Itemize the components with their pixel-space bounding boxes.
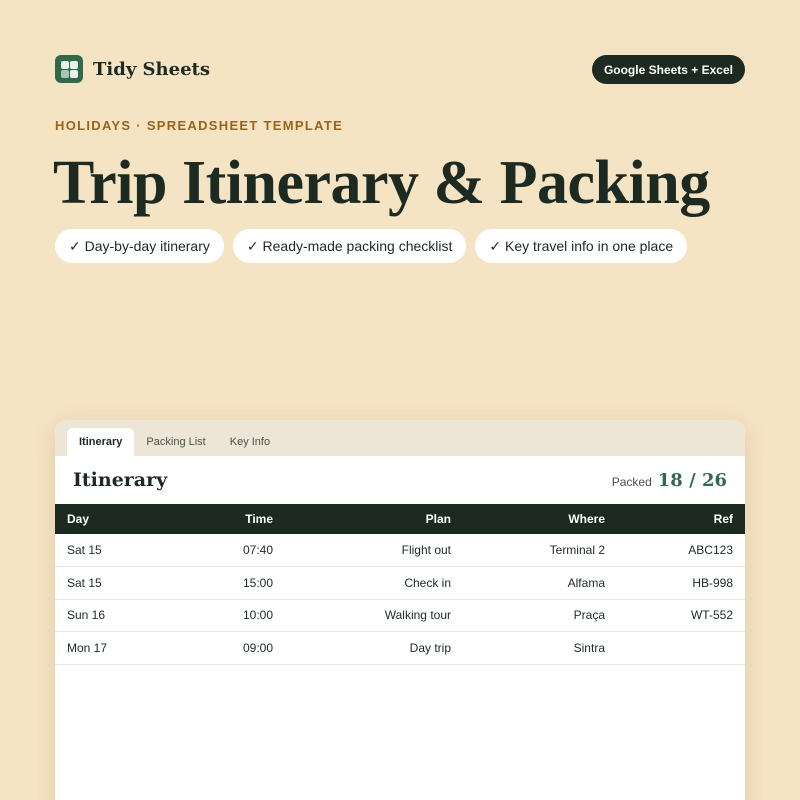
cell-ref[interactable] — [617, 632, 745, 665]
spreadsheet-preview: Itinerary Packing List Key Info Itinerar… — [55, 420, 745, 800]
column-header-ref[interactable]: Ref — [617, 504, 745, 534]
cell-time[interactable]: 09:00 — [185, 632, 285, 665]
column-header-plan[interactable]: Plan — [285, 504, 463, 534]
column-header-time[interactable]: Time — [185, 504, 285, 534]
cell-plan[interactable]: Day trip — [285, 632, 463, 665]
itinerary-table: Day Time Plan Where Ref Sat 15 07:40 Fli… — [55, 504, 745, 665]
cell-where[interactable]: Terminal 2 — [463, 534, 617, 567]
cell-plan[interactable]: Check in — [285, 567, 463, 600]
tab-key-info[interactable]: Key Info — [218, 428, 282, 456]
brand[interactable]: Tidy Sheets — [55, 55, 210, 83]
tab-packing-list[interactable]: Packing List — [134, 428, 217, 456]
feature-pill: ✓ Ready-made packing checklist — [232, 229, 467, 263]
cell-ref[interactable]: WT-552 — [617, 599, 745, 632]
packed-value: 18 / 26 — [657, 469, 727, 491]
cell-day[interactable]: Sat 15 — [55, 534, 185, 567]
cell-time[interactable]: 07:40 — [185, 534, 285, 567]
packed-counter: Packed 18 / 26 — [612, 470, 727, 491]
cell-time[interactable]: 15:00 — [185, 567, 285, 600]
platform-badge: Google Sheets + Excel — [591, 55, 745, 84]
page-title: Trip Itinerary & Packing — [53, 149, 710, 217]
table-row[interactable]: Mon 17 09:00 Day trip Sintra — [55, 632, 745, 665]
sheet-title: Itinerary — [73, 469, 168, 491]
feature-list: ✓ Day-by-day itinerary ✓ Ready-made pack… — [55, 229, 688, 263]
page: Tidy Sheets Google Sheets + Excel HOLIDA… — [0, 0, 800, 800]
sheet-header: Itinerary Packed 18 / 26 — [55, 456, 745, 504]
feature-pill: ✓ Key travel info in one place — [475, 229, 688, 263]
packed-label: Packed — [611, 474, 652, 489]
cell-plan[interactable]: Walking tour — [285, 599, 463, 632]
grid-logo-icon — [55, 55, 83, 83]
cell-ref[interactable]: ABC123 — [617, 534, 745, 567]
table-row[interactable]: Sat 15 15:00 Check in Alfama HB-998 — [55, 567, 745, 600]
cell-day[interactable]: Sat 15 — [55, 567, 185, 600]
brand-name: Tidy Sheets — [93, 58, 210, 80]
cell-day[interactable]: Sun 16 — [55, 599, 185, 632]
table-row[interactable]: Sun 16 10:00 Walking tour Praça WT-552 — [55, 599, 745, 632]
table-header-row: Day Time Plan Where Ref — [55, 504, 745, 534]
column-header-day[interactable]: Day — [55, 504, 185, 534]
sheet-tabbar: Itinerary Packing List Key Info — [55, 420, 745, 456]
cell-where[interactable]: Sintra — [463, 632, 617, 665]
table-row[interactable]: Sat 15 07:40 Flight out Terminal 2 ABC12… — [55, 534, 745, 567]
cell-where[interactable]: Praça — [463, 599, 617, 632]
tab-itinerary[interactable]: Itinerary — [67, 428, 135, 456]
cell-day[interactable]: Mon 17 — [55, 632, 185, 665]
cell-plan[interactable]: Flight out — [285, 534, 463, 567]
feature-pill: ✓ Day-by-day itinerary — [55, 229, 224, 263]
cell-ref[interactable]: HB-998 — [617, 567, 745, 600]
column-header-where[interactable]: Where — [463, 504, 617, 534]
cell-where[interactable]: Alfama — [463, 567, 617, 600]
cell-time[interactable]: 10:00 — [185, 599, 285, 632]
eyebrow: HOLIDAYS · SPREADSHEET TEMPLATE — [55, 118, 344, 133]
